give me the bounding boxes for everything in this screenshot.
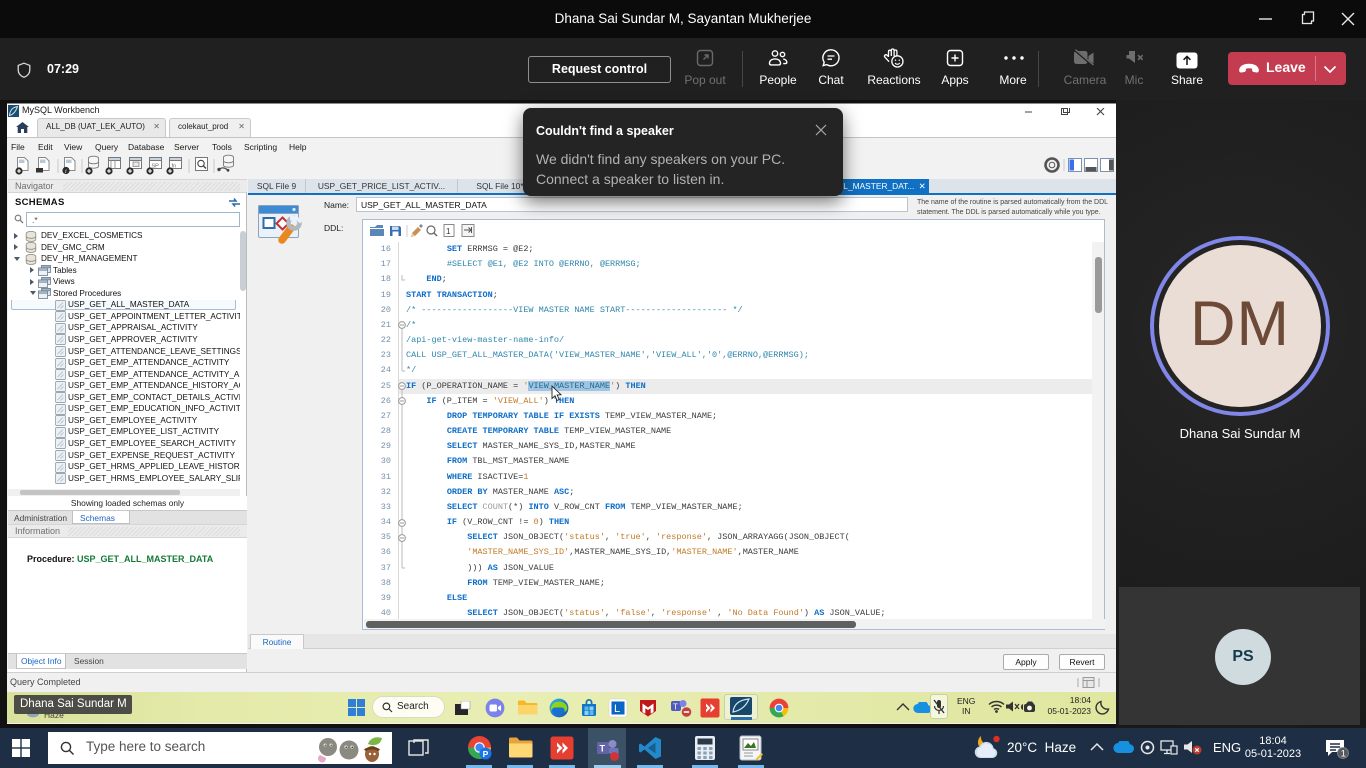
svg-text:L: L [614, 703, 620, 715]
svg-text:T: T [673, 703, 678, 712]
svg-text:P: P [483, 749, 489, 759]
svg-text:1: 1 [1341, 749, 1346, 759]
svg-text:1: 1 [446, 227, 451, 236]
svg-text:T: T [600, 744, 606, 754]
